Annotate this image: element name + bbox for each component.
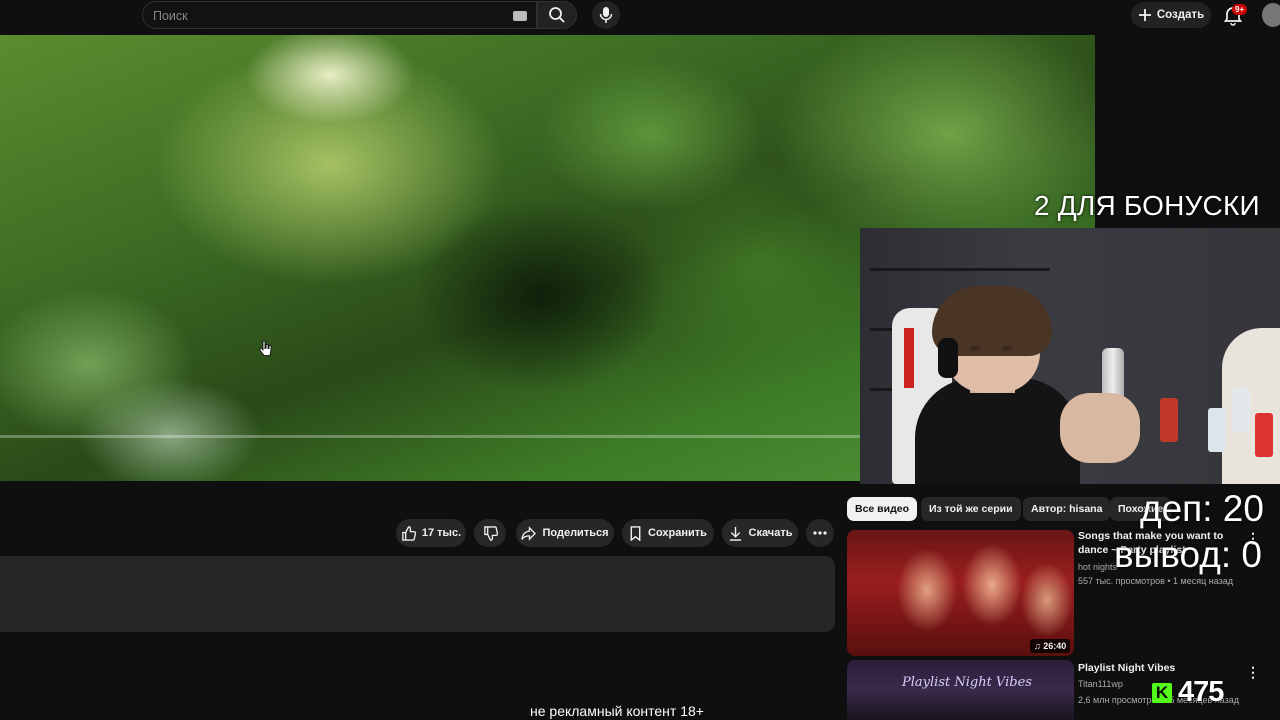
chip-same-series[interactable]: Из той же серии (921, 497, 1021, 521)
create-label: Создать (1156, 9, 1205, 21)
like-count: 17 тыс. (421, 527, 462, 539)
download-label: Скачать (748, 527, 793, 539)
video-thumbnail[interactable] (847, 530, 1074, 656)
bookmark-icon (630, 525, 641, 541)
disclaimer-text: не рекламный контент 18+ (530, 703, 704, 719)
duration-badge: ♫ 26:40 (1030, 639, 1071, 653)
plus-icon (1138, 9, 1151, 21)
create-button[interactable]: Создать (1131, 2, 1211, 28)
share-button[interactable]: Поделиться (516, 519, 614, 547)
thumbs-down-icon (483, 525, 498, 541)
video-title[interactable]: Playlist Night Vibes (1078, 662, 1175, 675)
channel-name[interactable]: Titan111wp (1078, 679, 1123, 689)
duration-text: 26:40 (1043, 641, 1067, 651)
video-menu-button[interactable]: ⋮ (1246, 664, 1260, 681)
more-horizontal-icon (813, 531, 827, 535)
description-box[interactable] (0, 556, 835, 632)
search-icon (549, 7, 565, 23)
bonus-overlay-text: 2 ДЛЯ БОНУСКИ (1034, 190, 1260, 221)
webcam-overlay (860, 228, 1280, 484)
microphone-icon (599, 7, 613, 23)
notification-badge: 9+ (1232, 4, 1248, 15)
share-label: Поделиться (542, 527, 609, 539)
chip-author[interactable]: Автор: hisana (1023, 497, 1111, 521)
search-button[interactable] (537, 1, 577, 29)
save-button[interactable]: Сохранить (622, 519, 714, 547)
hand-cursor-icon (258, 340, 272, 356)
dislike-button[interactable] (474, 519, 506, 547)
download-button[interactable]: Скачать (722, 519, 798, 547)
withdraw-overlay-text: вывод: 0 (1114, 534, 1262, 575)
avatar[interactable] (1262, 3, 1280, 27)
like-button[interactable]: 17 тыс. (396, 519, 466, 547)
voice-search-button[interactable] (592, 1, 620, 29)
kick-logo-icon: K (1152, 682, 1172, 703)
download-icon (729, 526, 741, 541)
viewer-count: 475 (1178, 676, 1224, 708)
thumbnail-text: Playlist Night Vibes (902, 675, 1032, 690)
deposit-overlay-text: деп: 20 (1140, 488, 1264, 529)
more-actions-button[interactable] (806, 519, 834, 547)
search-box[interactable] (142, 1, 537, 29)
thumbs-up-icon (402, 525, 416, 541)
channel-name[interactable]: hot nights (1078, 562, 1117, 572)
progress-bar[interactable] (0, 435, 860, 438)
save-label: Сохранить (648, 527, 707, 539)
video-thumbnail[interactable]: Playlist Night Vibes (847, 660, 1074, 720)
chip-all-videos[interactable]: Все видео (847, 497, 918, 521)
video-meta: 557 тыс. просмотров • 1 месяц назад (1078, 576, 1234, 586)
shorts-icon: ♫ (1034, 641, 1041, 651)
share-icon (521, 525, 537, 541)
search-input[interactable] (153, 7, 503, 25)
keyboard-icon[interactable] (513, 11, 527, 21)
top-bar: Создать 9+ (0, 0, 1280, 34)
kick-viewer-counter: K 475 (1152, 676, 1224, 709)
